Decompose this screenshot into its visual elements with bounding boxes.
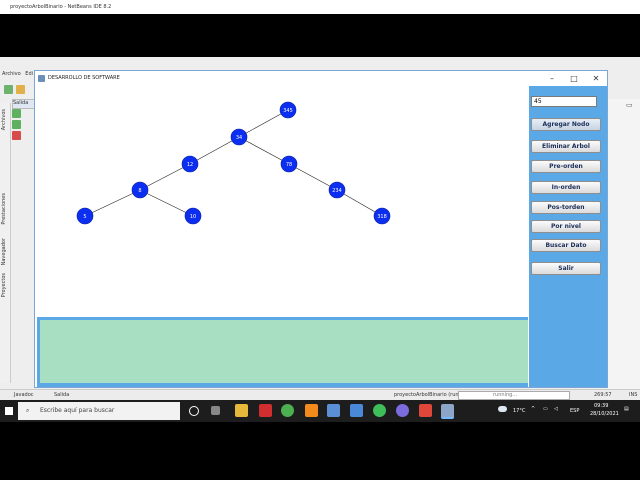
tree-node-label: 10 <box>190 214 196 220</box>
tab-proyectos[interactable]: Proyectos <box>1 273 9 297</box>
control-panel: Agregar Nodo Eliminar Arbol Pre-orden In… <box>529 86 607 387</box>
tree-edge <box>84 189 141 217</box>
tree-drawing: 345 34 12 78 8 234 5 10 318 <box>76 101 391 225</box>
virtualbox-icon[interactable] <box>327 404 340 417</box>
search-button[interactable]: Buscar Dato <box>531 239 601 252</box>
taskbar: ⌕ Escribe aquí para buscar 17°C ^ ▭ ◁ ES… <box>0 400 640 422</box>
delete-tree-button[interactable]: Eliminar Arbol <box>531 140 601 153</box>
windows-start-icon[interactable] <box>5 407 13 415</box>
add-node-button[interactable]: Agregar Nodo <box>531 118 601 131</box>
app-icon-red[interactable] <box>419 404 432 417</box>
tab-navegador[interactable]: Navegador <box>1 238 9 265</box>
taskbar-search[interactable]: ⌕ Escribe aquí para buscar <box>18 402 180 420</box>
value-input[interactable] <box>531 96 597 107</box>
ide-right-panel: ▭ <box>606 99 640 389</box>
tree-node-5: 5 <box>76 207 94 225</box>
bottom-panel <box>37 317 528 387</box>
app-window: DESARROLLO DE SOFTWARE – □ ✕ 345 34 12 78 8 2… <box>34 70 608 388</box>
tree-node-label: 5 <box>83 214 86 220</box>
status-running: running... <box>493 392 518 398</box>
ide-side-tabs: Archivos Prestaciones Navegador Proyecto… <box>0 103 11 383</box>
salida-tab[interactable]: Salida <box>54 392 69 398</box>
language-indicator[interactable]: ESP <box>570 408 579 414</box>
search-icon: ⌕ <box>26 407 30 414</box>
tab-prestaciones[interactable]: Prestaciones <box>1 193 9 225</box>
volume-icon[interactable]: ◁ <box>554 406 558 412</box>
status-mode: INS <box>629 392 638 398</box>
minimize-panel-icon[interactable]: ▭ <box>626 101 633 109</box>
tree-edge <box>238 109 289 138</box>
cortana-icon[interactable] <box>189 406 199 416</box>
weather-icon <box>498 406 507 412</box>
file-explorer-icon[interactable] <box>235 404 248 417</box>
tree-node-label: 12 <box>187 162 193 168</box>
weather-temp[interactable]: 17°C <box>513 408 525 414</box>
run-again-icon[interactable] <box>12 120 21 129</box>
clock-date[interactable]: 28/10/2021 <box>590 411 619 417</box>
chrome-icon[interactable] <box>281 404 294 417</box>
whatsapp-icon[interactable] <box>373 404 386 417</box>
preorder-button[interactable]: Pre-orden <box>531 160 601 173</box>
close-icon[interactable]: ✕ <box>585 71 607 86</box>
javadoc-tab[interactable]: Javadoc <box>14 392 34 398</box>
ide-title: proyectoArbolBinario - NetBeans IDE 8.2 <box>10 4 112 10</box>
minimize-icon[interactable]: – <box>541 71 563 86</box>
status-progress: running... <box>458 391 570 400</box>
tree-node-label: 234 <box>332 188 342 194</box>
chevron-up-icon[interactable]: ^ <box>531 406 535 412</box>
status-project: proyectoArbolBinario (run) <box>394 392 461 398</box>
maximize-icon[interactable]: □ <box>563 71 585 86</box>
run-controls <box>12 109 21 149</box>
menu-edit[interactable]: Edi <box>25 71 33 77</box>
output-area <box>40 320 528 383</box>
tree-canvas: 345 34 12 78 8 234 5 10 318 <box>37 86 528 316</box>
tree-node-label: 34 <box>236 135 242 141</box>
tree-node-10: 10 <box>184 207 202 225</box>
output-tab[interactable]: Salida <box>12 99 36 109</box>
stop-icon[interactable] <box>12 131 21 140</box>
store-icon[interactable] <box>350 404 363 417</box>
ide-title-bar: proyectoArbolBinario - NetBeans IDE 8.2 <box>0 0 640 14</box>
new-file-icon[interactable] <box>4 85 13 94</box>
open-project-icon[interactable] <box>16 85 25 94</box>
system-tray: 17°C ^ ▭ ◁ ESP 09:39 28/10/2021 ▤ <box>498 400 636 422</box>
tree-node-label: 8 <box>138 188 141 194</box>
tree-edge <box>238 136 290 165</box>
tree-node-318: 318 <box>373 207 391 225</box>
tree-node-label: 318 <box>377 214 387 220</box>
run-icon[interactable] <box>12 109 21 118</box>
tree-node-34: 34 <box>230 128 248 146</box>
pdf-icon[interactable] <box>259 404 272 417</box>
tree-node-78: 78 <box>280 155 298 173</box>
postorder-button[interactable]: Pos-torden <box>531 201 601 214</box>
search-placeholder: Escribe aquí para buscar <box>40 407 115 414</box>
inorder-button[interactable]: In-orden <box>531 181 601 194</box>
tree-edge <box>139 189 194 217</box>
vlc-icon[interactable] <box>305 404 318 417</box>
tree-node-345: 345 <box>279 101 297 119</box>
app-title-bar: DESARROLLO DE SOFTWARE – □ ✕ <box>35 71 607 86</box>
java-icon <box>38 75 45 82</box>
tree-edge <box>139 163 191 191</box>
java-app-icon[interactable] <box>441 404 454 419</box>
app-title: DESARROLLO DE SOFTWARE <box>48 75 120 81</box>
tree-node-8: 8 <box>131 181 149 199</box>
level-order-button[interactable]: Por nivel <box>531 220 601 233</box>
tree-node-234: 234 <box>328 181 346 199</box>
tab-archivos[interactable]: Archivos <box>1 109 9 130</box>
tree-node-12: 12 <box>181 155 199 173</box>
status-position: 269:57 <box>594 392 612 398</box>
tree-node-label: 78 <box>286 162 292 168</box>
notifications-icon[interactable]: ▤ <box>624 406 629 412</box>
network-icon[interactable]: ▭ <box>543 406 548 412</box>
exit-button[interactable]: Salir <box>531 262 601 275</box>
tree-node-label: 345 <box>283 108 293 114</box>
menu-archivo[interactable]: Archivo <box>2 71 21 77</box>
tree-edge <box>189 136 240 165</box>
messenger-icon[interactable] <box>396 404 409 417</box>
task-view-icon[interactable] <box>211 406 220 415</box>
clock-time[interactable]: 09:39 <box>594 403 608 409</box>
